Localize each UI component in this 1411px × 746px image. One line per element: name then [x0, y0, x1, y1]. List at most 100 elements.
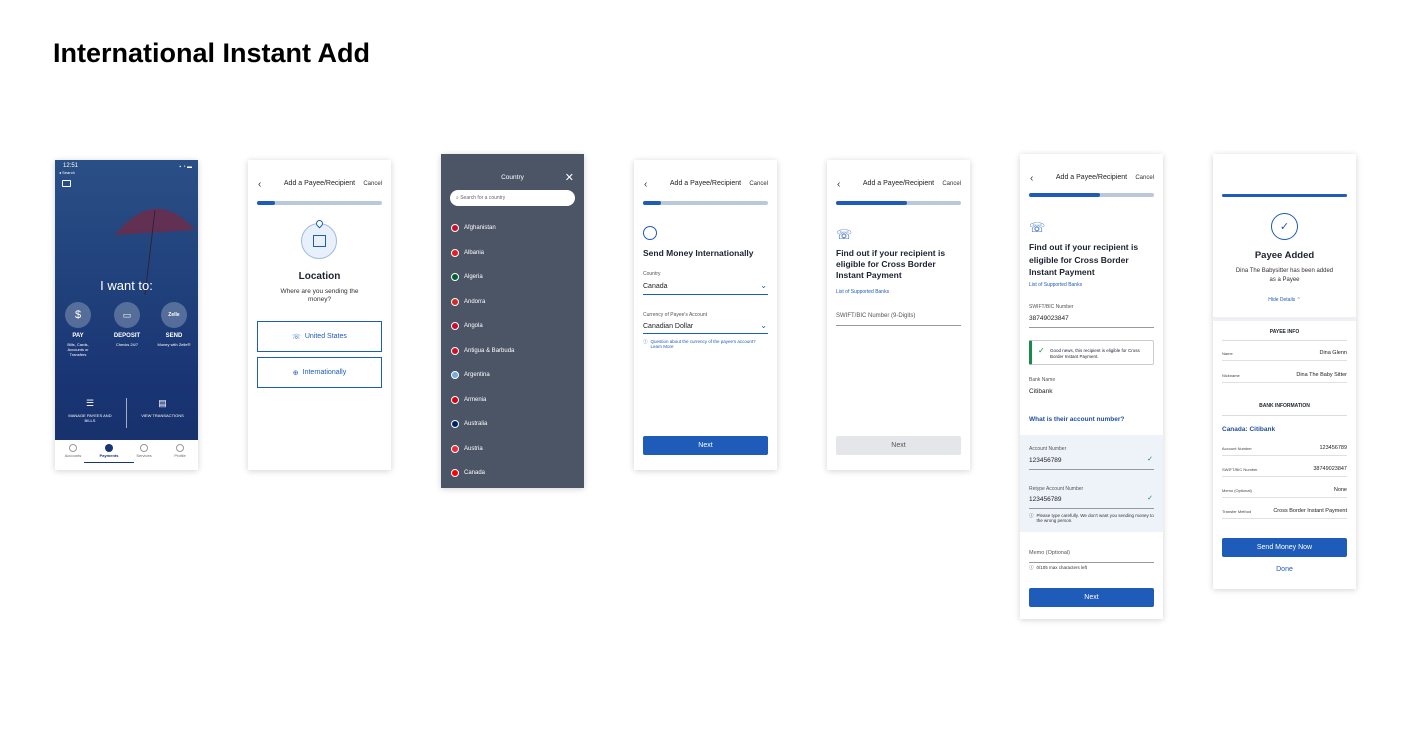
united-states-button[interactable]: ☏ United States [257, 321, 382, 352]
bank-title: Canada: Citibank [1222, 426, 1276, 433]
country-item[interactable]: Antigua & Barbuda [451, 346, 514, 355]
payee-info-heading: PAYEE INFO [1269, 329, 1300, 335]
status-time: 12:51 [63, 163, 79, 169]
currency-question[interactable]: ⓘ Question about the currency of the pay… [643, 339, 768, 349]
tab-services-label: Services [136, 453, 152, 458]
cancel-link[interactable]: Cancel [363, 181, 382, 187]
country-item[interactable]: Angola [451, 322, 483, 330]
screen-payee-added: ✓ Payee Added Dina The Babysitter has be… [1213, 154, 1356, 589]
swift-underline [1029, 327, 1154, 328]
screen-eligibility-empty: ‹ Add a Payee/Recipient Cancel ☏ Find ou… [827, 160, 970, 470]
view-transactions-button[interactable]: ▤ VIEW TRANSACTIONS [135, 398, 190, 418]
cancel-link[interactable]: Cancel [1135, 175, 1154, 181]
retype-input[interactable]: 123456789 [1029, 496, 1062, 503]
country-item[interactable]: Canada [451, 469, 485, 477]
retype-label: Retype Account Number [1029, 486, 1084, 492]
dollar-icon: $ [65, 302, 91, 328]
memo-input[interactable]: Memo (Optional) [1029, 550, 1070, 556]
accounts-icon [69, 444, 77, 452]
progress-bar [1222, 194, 1347, 197]
header: ‹ Add a Payee/Recipient Cancel [1020, 173, 1163, 186]
swift-value: 38749023847 [1313, 466, 1347, 472]
country-item[interactable]: Albania [451, 248, 485, 257]
status-back-link[interactable]: ◂ Search [59, 170, 75, 175]
services-icon [140, 444, 148, 452]
tab-profile[interactable]: Profile [170, 444, 190, 458]
country-search-input[interactable]: ⌕ Search for a country [450, 190, 575, 206]
header: ‹ Add a Payee/Recipient Cancel [634, 179, 777, 192]
cancel-link[interactable]: Cancel [942, 181, 961, 187]
screen-country-picker: Country ✕ ⌕ Search for a country Afghani… [441, 154, 584, 488]
action-send[interactable]: Zelle SEND Money with Zelle® [154, 302, 194, 347]
internationally-button[interactable]: ⊕ Internationally [257, 357, 382, 388]
cancel-link[interactable]: Cancel [749, 181, 768, 187]
united-states-label: United States [304, 333, 347, 340]
checkmark-icon: ✓ [1147, 456, 1153, 463]
action-send-label: SEND [165, 333, 183, 339]
header: ‹ Add a Payee/Recipient Cancel [248, 179, 391, 192]
action-pay[interactable]: $ PAY Bills, Cards, Accounts or Transfer… [63, 302, 93, 357]
progress-bar [257, 201, 382, 205]
swift-input[interactable]: SWIFT/BIC Number (9-Digits) [836, 313, 915, 319]
type-carefully-text: Please type carefully. We don't want you… [1036, 513, 1154, 523]
tab-active-indicator [84, 462, 134, 463]
hide-details-label: Hide Details [1268, 297, 1296, 303]
zelle-icon: Zelle [161, 302, 187, 328]
tab-services[interactable]: Services [134, 444, 154, 458]
bottom-tab-bar: Accounts Payments Services Profile [55, 440, 198, 470]
memo-underline [1029, 562, 1154, 563]
flag-icon [451, 248, 459, 257]
supported-banks-link[interactable]: List of Supported Banks [836, 289, 889, 295]
info-icon: ⓘ [1029, 565, 1034, 570]
tab-accounts[interactable]: Accounts [63, 444, 83, 458]
status-icons: ▪ ◔ ▬ [179, 164, 192, 170]
flag-icon [451, 224, 459, 232]
profile-icon [176, 444, 184, 452]
manage-payees-button[interactable]: ☰ MANAGE PAYEES AND BILLS [65, 398, 115, 423]
success-check-icon: ✓ [1271, 213, 1298, 240]
screen-location: ‹ Add a Payee/Recipient Cancel Location … [248, 160, 391, 470]
supported-banks-link[interactable]: List of Supported Banks [1029, 282, 1082, 288]
eligibility-heading: Find out if your recipient is eligible f… [1029, 242, 1139, 277]
close-icon[interactable]: ✕ [565, 171, 574, 184]
country-item[interactable]: Armenia [451, 395, 486, 404]
country-item[interactable]: Argentina [451, 371, 490, 379]
progress-bar [1029, 193, 1154, 197]
chevron-down-icon[interactable]: ⌄ [760, 321, 767, 330]
bank-info-heading: BANK INFORMATION [1259, 403, 1310, 409]
country-label: Country [643, 271, 661, 277]
send-money-now-button[interactable]: Send Money Now [1222, 538, 1347, 557]
country-item[interactable]: Australia [451, 420, 487, 428]
send-intl-heading: Send Money Internationally [643, 248, 754, 258]
chat-icon[interactable] [62, 180, 71, 187]
action-deposit[interactable]: ▭ DEPOSIT Checks 24/7 [110, 302, 144, 347]
flag-icon [451, 297, 459, 306]
cross-border-icon: ☏ [1029, 220, 1046, 235]
country-item[interactable]: Afghanistan [451, 224, 496, 232]
country-select[interactable]: Canada [643, 283, 668, 290]
next-button[interactable]: Next [836, 436, 961, 455]
eligibility-heading: Find out if your recipient is eligible f… [836, 248, 946, 280]
location-sub: Where are you sending the money? [280, 288, 359, 303]
next-button[interactable]: Next [1029, 588, 1154, 607]
country-item-label: Albania [464, 249, 485, 256]
country-item[interactable]: Andorra [451, 297, 485, 306]
hide-details-link[interactable]: Hide Details ⌃ [1213, 297, 1356, 303]
chevron-down-icon[interactable]: ⌄ [760, 281, 767, 290]
swift-input[interactable]: 38749023847 [1029, 315, 1069, 322]
country-item[interactable]: Algeria [451, 273, 483, 281]
account-underline [1029, 469, 1154, 470]
done-link[interactable]: Done [1213, 566, 1356, 573]
payee-added-sub: Dina The Babysitter has been added as a … [1235, 268, 1334, 283]
nickname-key: Nickname [1222, 373, 1240, 378]
country-item[interactable]: Austria [451, 444, 483, 453]
currency-select[interactable]: Canadian Dollar [643, 323, 693, 330]
checkmark-icon: ✓ [1147, 495, 1153, 502]
country-item-label: Algeria [464, 274, 483, 280]
next-button[interactable]: Next [643, 436, 768, 455]
account-row: Account Number 123456789 [1222, 445, 1347, 456]
account-number-input[interactable]: 123456789 [1029, 457, 1062, 464]
country-item-label: Angola [464, 323, 483, 329]
sliders-icon: ☰ [85, 398, 95, 408]
tab-payments[interactable]: Payments [84, 444, 134, 463]
